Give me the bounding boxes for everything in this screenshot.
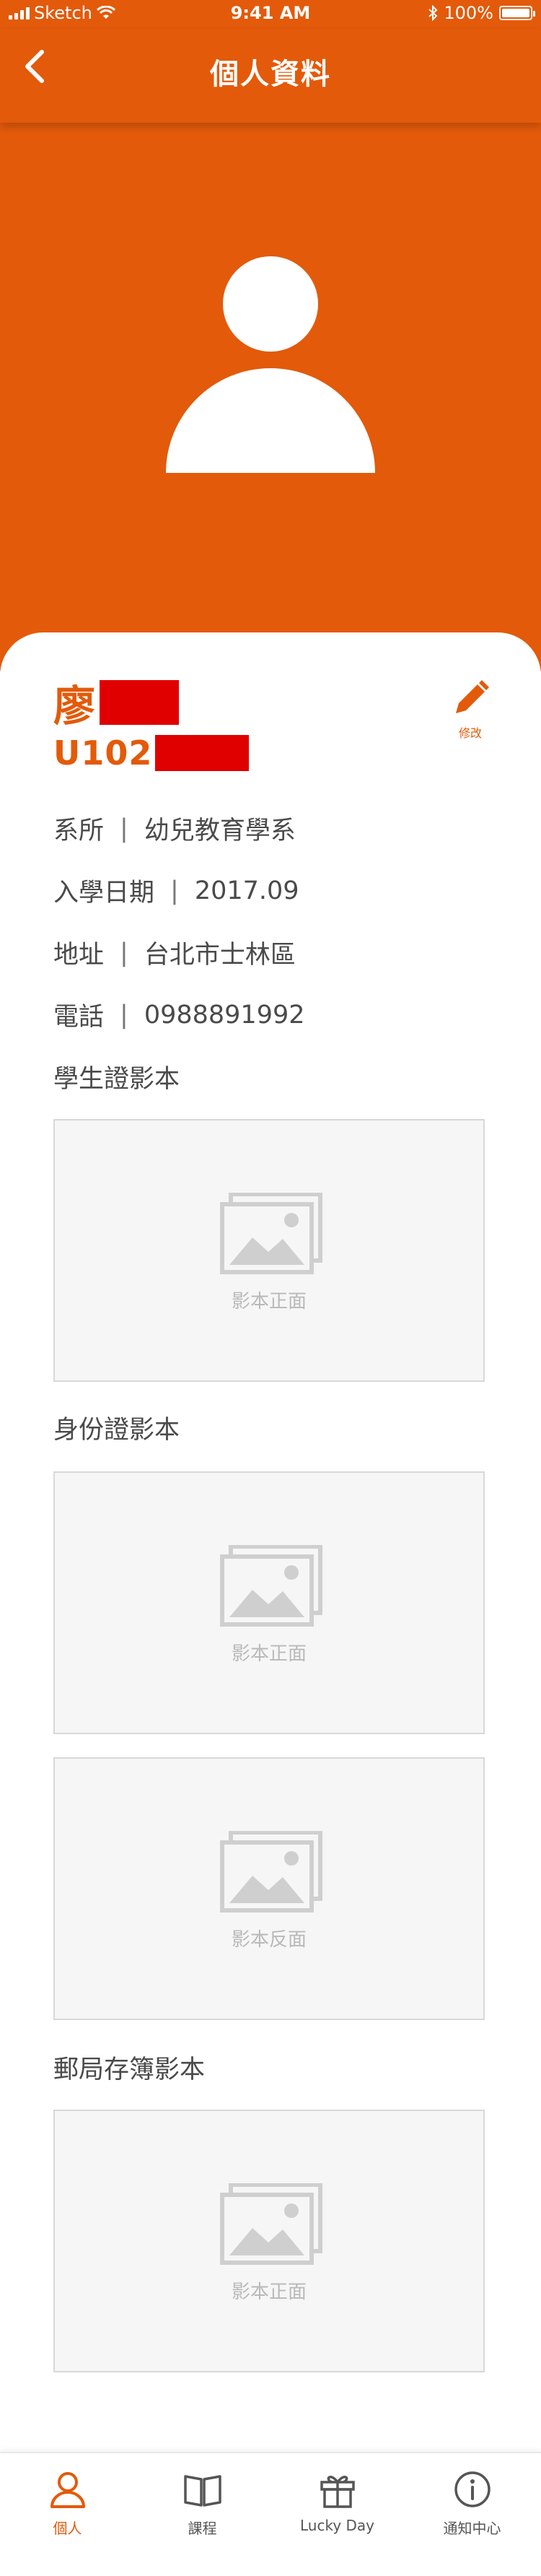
user-name: 廖 (53, 682, 96, 731)
avatar-icon (166, 256, 375, 473)
edit-label: 修改 (458, 726, 482, 740)
tab-label: 課程 (188, 2520, 217, 2537)
bluetooth-icon (428, 5, 438, 21)
tab-label: 個人 (53, 2520, 82, 2537)
status-bar: Sketch 9:41 AM 100% (0, 0, 541, 29)
id-card-back-upload[interactable]: 影本反面 (53, 1757, 485, 2020)
book-icon (183, 2475, 221, 2507)
department-label: 系所 (53, 817, 105, 845)
passbook-title: 郵局存簿影本 (53, 2055, 206, 2084)
student-card-title: 學生證影本 (53, 1065, 180, 1094)
enroll-date-value: 2017.09 (194, 876, 299, 905)
battery-percent: 100% (444, 3, 493, 23)
separator: | (120, 814, 128, 843)
image-placeholder-icon (220, 1193, 322, 1274)
phone-label: 電話 (53, 1003, 105, 1032)
tab-notifications[interactable]: 通知中心 (405, 2453, 540, 2576)
name-redaction (100, 680, 180, 725)
address-label: 地址 (53, 941, 105, 970)
id-redaction (155, 735, 250, 771)
gift-icon (320, 2476, 355, 2508)
department-row: 系所 | 幼兒教育學系 (53, 810, 296, 847)
tab-lucky-day[interactable]: Lucky Day (270, 2453, 405, 2576)
tab-bar: 個人 課程 Lucky Day 通知中心 (0, 2452, 541, 2576)
id-row: U102 (53, 734, 250, 773)
student-card-front-upload[interactable]: 影本正面 (53, 1119, 485, 1382)
address-row: 地址 | 台北市士林區 (53, 934, 296, 971)
separator: | (170, 876, 179, 905)
image-placeholder-icon (220, 1545, 322, 1627)
tab-profile[interactable]: 個人 (0, 2453, 135, 2576)
separator: | (120, 1000, 128, 1030)
separator: | (120, 938, 128, 967)
enroll-date-row: 入學日期 | 2017.09 (53, 872, 299, 909)
tab-label: 通知中心 (443, 2520, 501, 2537)
phone-value: 0988891992 (144, 1000, 305, 1030)
pencil-icon (456, 680, 489, 713)
tab-label: Lucky Day (299, 2517, 375, 2534)
id-card-front-upload[interactable]: 影本正面 (53, 1471, 485, 1734)
info-icon (454, 2471, 491, 2507)
image-placeholder-icon (220, 2183, 322, 2265)
upload-caption: 影本反面 (231, 1929, 307, 1951)
student-id: U102 (53, 734, 153, 773)
status-right: 100% (428, 3, 535, 23)
department-value: 幼兒教育學系 (144, 817, 296, 845)
upload-caption: 影本正面 (231, 1643, 307, 1665)
name-row: 廖 (53, 672, 180, 733)
phone-row: 電話 | 0988891992 (53, 996, 305, 1033)
edit-button[interactable]: 修改 (441, 677, 499, 740)
tab-courses[interactable]: 課程 (135, 2453, 270, 2576)
address-value: 台北市士林區 (144, 941, 296, 970)
nav-bar: 個人資料 (0, 29, 541, 123)
person-icon (50, 2472, 85, 2508)
image-placeholder-icon (220, 1831, 322, 1913)
profile-card: 廖 U102 修改 系所 | 幼兒教育學系 入學日期 | 2017.09 地址 … (0, 632, 541, 2466)
upload-caption: 影本正面 (231, 2281, 307, 2303)
id-card-title: 身份證影本 (53, 1416, 180, 1445)
battery-icon (499, 6, 535, 20)
passbook-front-upload[interactable]: 影本正面 (53, 2110, 485, 2372)
enroll-date-label: 入學日期 (53, 879, 155, 908)
upload-caption: 影本正面 (231, 1291, 307, 1313)
profile-hero (0, 123, 541, 671)
page-title: 個人資料 (210, 58, 331, 91)
